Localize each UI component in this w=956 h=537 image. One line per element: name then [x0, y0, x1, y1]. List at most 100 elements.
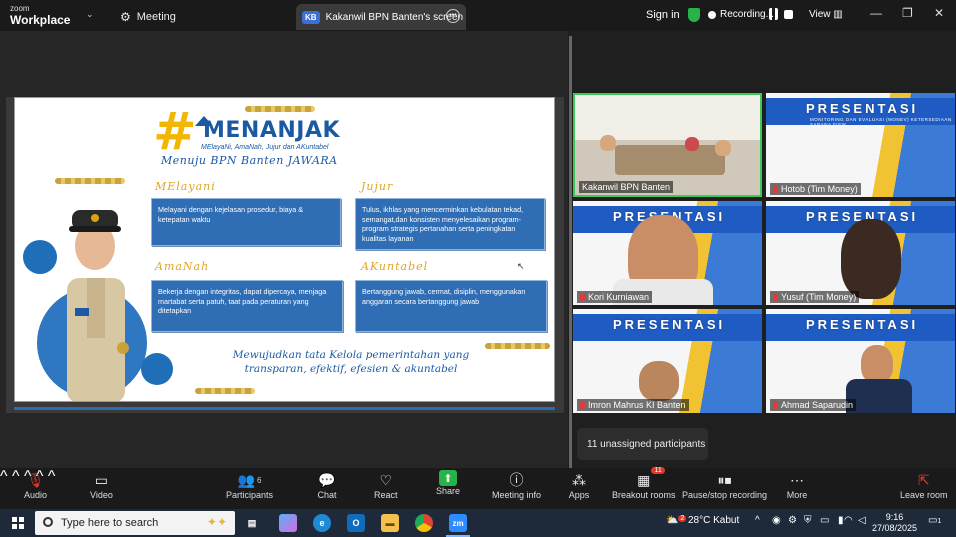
task-view-icon[interactable]: ▤ — [243, 514, 261, 532]
presentation-subtitle: MONITORING DAN EVALUASI (MONEV) KETERSED… — [810, 117, 952, 127]
tray-record-icon[interactable]: ◉ — [772, 515, 781, 526]
react-label: React — [374, 490, 398, 500]
shared-slide: # MENANJAK MElayaNi, AmaNah, Jujur dan A… — [14, 97, 555, 402]
pause-stop-recording-button[interactable]: ⏸⏹ Pause/stop recording — [682, 470, 768, 501]
zoom-taskbar-icon[interactable]: zm — [449, 514, 467, 532]
close-icon[interactable]: ✕ — [934, 6, 944, 20]
weather-badge: 2 — [678, 515, 687, 522]
breakout-rooms-label: Breakout rooms — [612, 490, 676, 500]
tile-name-label: Ahmad Saparudin — [770, 399, 857, 411]
tray-battery-icon[interactable]: ▮ — [838, 515, 844, 526]
taskbar-search-box[interactable]: Type here to search ✦✦ — [35, 511, 235, 535]
apps-button[interactable]: ⁂ Apps — [568, 470, 590, 501]
video-button[interactable]: ▭ Video — [90, 470, 113, 501]
system-clock[interactable]: 9:16 27/08/2025 — [872, 512, 917, 534]
clock-time: 9:16 — [885, 512, 904, 522]
video-tile[interactable]: PRESENTASI Yusuf (Tim Money) — [766, 201, 955, 305]
chat-button[interactable]: 💬 Chat — [316, 470, 338, 501]
edge-icon[interactable]: e — [313, 514, 331, 532]
video-tile[interactable]: PRESENTASI MONITORING DAN EVALUASI (MONE… — [766, 93, 955, 197]
meeting-menu[interactable]: ⚙ Meeting — [120, 10, 176, 24]
slide-scroll-indicator — [14, 407, 555, 410]
minimize-icon[interactable]: — — [870, 6, 882, 20]
share-label: Share — [436, 486, 461, 496]
meeting-icon: ⚙ — [120, 10, 131, 24]
tray-app-icon[interactable]: ⚙ — [788, 515, 797, 526]
chrome-icon[interactable] — [415, 514, 433, 532]
notification-count: 1 — [937, 518, 942, 525]
stop-recording-button[interactable] — [784, 10, 793, 19]
muted-mic-icon: 🎙 — [26, 471, 45, 488]
presentation-title: PRESENTASI — [806, 101, 919, 116]
slide-headline: MENANJAK — [203, 118, 341, 143]
more-options-icon[interactable]: ••• — [446, 9, 460, 23]
tray-camera-icon[interactable]: ▭ — [820, 515, 829, 526]
video-label: Video — [90, 490, 113, 500]
decor-circle — [141, 353, 173, 385]
section-box-melayani: Melayani dengan kejelasan prosedur, biay… — [151, 198, 341, 246]
pause-stop-label: Pause/stop recording — [682, 490, 768, 500]
video-tile[interactable]: Kakanwil BPN Banten — [573, 93, 762, 197]
tile-name-label: Kori Kurniawan — [577, 291, 653, 303]
copilot-icon[interactable] — [279, 514, 297, 532]
volume-icon[interactable]: ◁ — [858, 515, 866, 526]
view-button[interactable]: View ▥ — [809, 9, 843, 20]
chat-label: Chat — [317, 490, 337, 500]
muted-mic-icon — [580, 401, 585, 409]
video-tile[interactable]: PRESENTASI Imron Mahrus KI Banten — [573, 309, 762, 413]
recording-dot-icon — [708, 11, 716, 19]
tile-name: Kori Kurniawan — [588, 292, 650, 302]
presenter-initials: KB — [302, 10, 320, 24]
breakout-rooms-icon: ▦ 11 — [633, 467, 665, 490]
weather-icon[interactable]: ⛅ 2 — [666, 515, 687, 526]
leave-room-button[interactable]: ⇱ Leave room — [900, 470, 948, 501]
chat-icon: 💬 — [318, 471, 336, 488]
share-button[interactable]: ⬆ Share — [436, 470, 460, 496]
tray-overflow-icon[interactable]: ^ — [755, 515, 760, 526]
meeting-label: Meeting — [136, 11, 176, 23]
video-options-caret[interactable]: ^ — [12, 468, 20, 485]
outlook-icon[interactable]: O — [347, 514, 365, 532]
clock-date: 27/08/2025 — [872, 523, 918, 533]
tile-name-label: Imron Mahrus KI Banten — [577, 399, 689, 411]
video-tile[interactable]: PRESENTASI Kori Kurniawan — [573, 201, 762, 305]
share-arrow-icon: ⬆ — [439, 470, 458, 486]
participant-person — [639, 361, 679, 401]
screen-share-tab[interactable]: KB Kakanwil BPN Banten's screen ••• — [296, 4, 466, 30]
gold-ribbon — [195, 388, 255, 394]
apps-options-caret[interactable]: ^ — [48, 468, 56, 485]
participants-icon: 👥 6 — [237, 471, 262, 488]
participant-person — [715, 140, 731, 156]
video-gallery: Kakanwil BPN Banten PRESENTASI MONITORIN… — [573, 93, 956, 415]
notification-icon[interactable]: ▭1 — [928, 515, 941, 526]
audio-options-caret[interactable]: ^ — [0, 468, 8, 485]
tray-shield-icon[interactable]: ⛨ — [804, 515, 812, 526]
splitter-handle[interactable] — [569, 36, 572, 468]
windows-start-icon[interactable] — [12, 517, 24, 529]
weather-text[interactable]: 28°C Kabut — [688, 515, 739, 526]
more-button[interactable]: ⋯ More — [786, 470, 808, 501]
restore-icon[interactable]: ❐ — [902, 6, 913, 20]
sign-in-link[interactable]: Sign in — [646, 9, 680, 21]
search-icon — [43, 517, 53, 527]
shield-icon[interactable] — [688, 8, 700, 22]
breakout-rooms-button[interactable]: ▦ 11 Breakout rooms — [612, 467, 676, 500]
hash-logo: # — [153, 102, 197, 162]
chevron-down-icon[interactable]: ⌄ — [86, 9, 94, 20]
video-tile[interactable]: PRESENTASI Ahmad Saparudin — [766, 309, 955, 413]
audio-button[interactable]: 🎙 Audio — [24, 470, 47, 501]
tile-name-label: Hotob (Tim Money) — [770, 183, 861, 195]
meeting-info-button[interactable]: ⓘ Meeting info — [492, 470, 541, 500]
wifi-icon[interactable]: ◠ — [844, 515, 853, 526]
zoom-logo[interactable]: zoom Workplace — [10, 4, 70, 26]
participants-button[interactable]: 👥 6 Participants — [226, 470, 274, 501]
heart-icon: ♡ — [379, 471, 393, 488]
participants-label: Participants — [226, 490, 274, 500]
file-explorer-icon[interactable]: ▬ — [381, 514, 399, 532]
breakout-tooltip: 11 unassigned participants — [577, 428, 708, 460]
meeting-toolbar: 🎙 Audio ^ ▭ Video ^ 👥 6 Participants 💬 Ch… — [0, 467, 956, 509]
participant-person — [841, 219, 901, 299]
muted-mic-icon — [580, 293, 585, 301]
pause-recording-button[interactable] — [769, 8, 778, 20]
react-button[interactable]: ♡ React — [374, 470, 398, 501]
